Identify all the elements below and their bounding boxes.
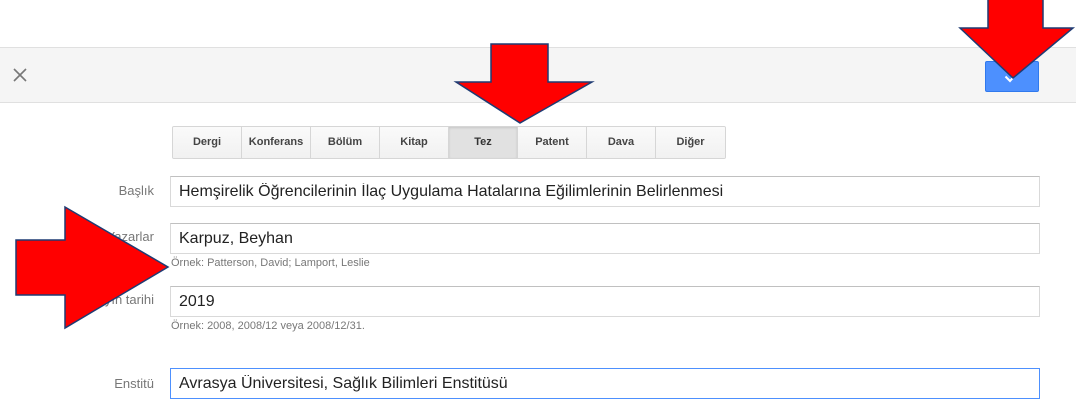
dialog-toolbar: [0, 47, 1076, 103]
date-hint: Örnek: 2008, 2008/12 veya 2008/12/31.: [171, 320, 365, 332]
authors-input[interactable]: [170, 223, 1040, 254]
publication-type-tabs: Dergi Konferans Bölüm Kitap Tez Patent Dava Diğ…: [172, 126, 726, 159]
date-label: Yayın tarihi: [89, 292, 154, 307]
arrow-right-icon: [15, 205, 170, 330]
type-tab[interactable]: Patent: [518, 127, 587, 158]
close-icon: [13, 68, 27, 82]
type-tab[interactable]: Dergi: [173, 127, 242, 158]
type-tab[interactable]: Konferans: [242, 127, 311, 158]
date-input[interactable]: [170, 286, 1040, 317]
close-button[interactable]: [8, 58, 36, 92]
authors-label: Yazarlar: [106, 229, 154, 244]
type-tab[interactable]: Dava: [587, 127, 656, 158]
title-input[interactable]: [170, 176, 1040, 207]
institution-label: Enstitü: [114, 376, 154, 391]
type-tab[interactable]: Tez: [449, 127, 518, 158]
type-tab[interactable]: Kitap: [380, 127, 449, 158]
institution-input[interactable]: [170, 368, 1040, 399]
type-tab[interactable]: Diğer: [656, 127, 725, 158]
check-icon: [1004, 70, 1020, 83]
title-label: Başlık: [118, 183, 154, 198]
save-button[interactable]: [985, 61, 1039, 92]
authors-hint: Örnek: Patterson, David; Lamport, Leslie: [171, 257, 370, 269]
type-tab[interactable]: Bölüm: [311, 127, 380, 158]
